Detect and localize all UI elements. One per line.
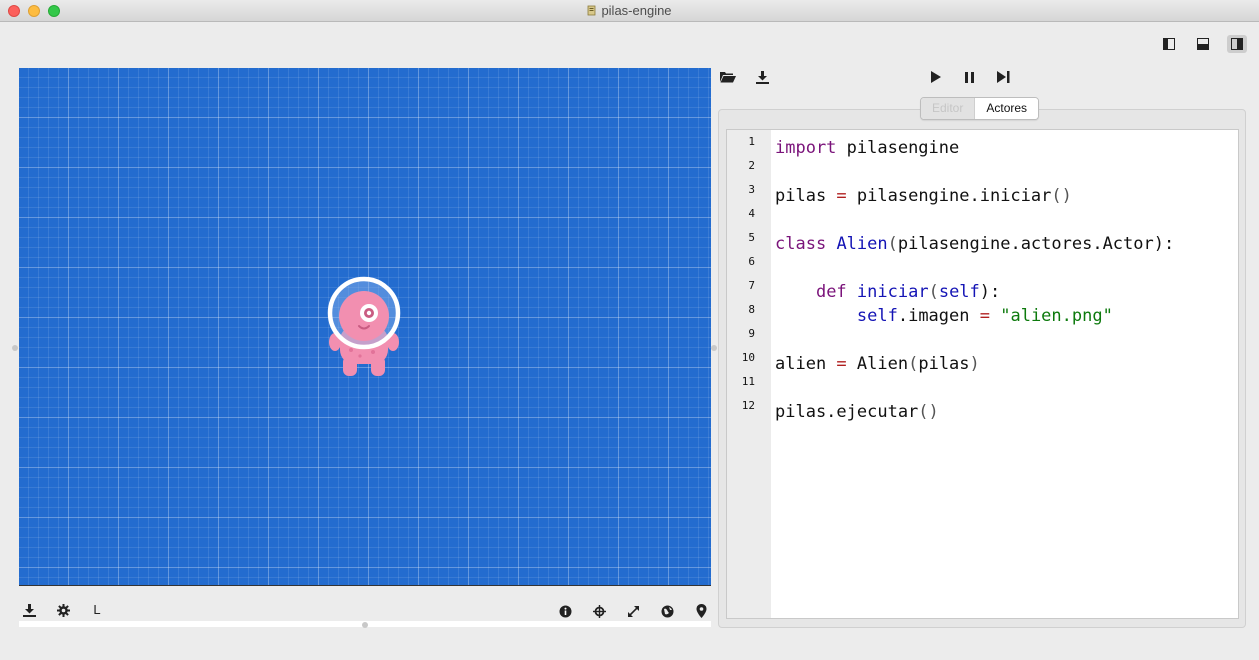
location-pin-icon [696,604,706,618]
info-icon [559,605,571,617]
position-button[interactable] [591,603,607,619]
code-token: .imagen [897,306,980,326]
code-token: = [836,354,847,374]
code-editor[interactable]: 1 2 3 4 5 6 7 8 9 10 11 12 import pilasengine pilas … [726,129,1239,619]
pause-button[interactable] [961,69,977,85]
game-stage-canvas[interactable] [19,68,711,586]
code-token: self [856,306,898,326]
line-number: 2 [748,159,755,172]
code-token: Alien [846,354,909,374]
fullscreen-button[interactable] [625,603,641,619]
open-file-button[interactable] [720,69,736,85]
code-token: pilasengine [836,138,960,158]
line-number: 4 [748,207,755,220]
play-icon [930,71,941,83]
layout-right-panel-icon [1231,38,1243,50]
code-line: class Alien(pilasengine.actores.Actor): [775,234,1174,254]
download-icon [22,603,36,617]
line-number: 11 [741,375,755,388]
code-token: pilas [918,354,970,374]
code-token: class [775,234,827,254]
info-button[interactable] [557,603,573,619]
code-token: import [775,138,837,158]
line-number: 3 [748,183,755,196]
code-line: def iniciar(self): [775,282,1000,302]
line-number: 8 [748,303,755,316]
left-splitter-handle[interactable] [12,345,18,351]
center-splitter-handle[interactable] [711,345,717,351]
code-token: Alien [836,234,888,254]
code-token: pilasengine.actores.Actor [897,234,1154,254]
line-number: 6 [748,255,755,268]
layout-left-panel-icon [1163,38,1175,50]
log-toggle-button[interactable]: L [89,601,105,617]
layout-right-panel-button[interactable] [1227,35,1247,53]
tab-actores[interactable]: Actores [975,98,1039,119]
line-number-gutter: 1 2 3 4 5 6 7 8 9 10 11 12 [727,130,771,618]
code-token: () [1051,186,1072,206]
line-number: 1 [748,135,755,148]
save-file-button[interactable] [754,69,770,85]
run-button[interactable] [927,69,943,85]
gear-icon [56,603,70,617]
save-stage-button[interactable] [21,602,37,618]
window-title-container: pilas-engine [0,3,1259,18]
code-line: alien = Alien(pilas) [775,354,980,374]
physics-button[interactable] [659,603,675,619]
code-line: self.imagen = "alien.png" [775,306,1113,326]
code-token: ): [979,282,1001,302]
tab-editor[interactable]: Editor [921,98,976,119]
globe-icon [661,605,673,617]
code-token: ( [908,354,919,374]
code-token: pilas [775,186,837,206]
code-token: ): [1153,234,1175,254]
code-token: pilas.ejecutar [775,402,919,422]
code-token: = [979,306,990,326]
settings-button[interactable] [55,602,71,618]
log-toggle-label: L [93,601,101,617]
step-icon [996,71,1009,83]
code-line: pilas = pilasengine.iniciar() [775,186,1072,206]
code-token: ( [928,282,939,302]
code-token: ( [887,234,898,254]
pause-icon [964,71,974,83]
layout-bottom-panel-icon [1197,38,1209,50]
code-line: pilas.ejecutar() [775,402,939,422]
line-number: 7 [748,279,755,292]
folder-open-icon [720,72,736,83]
code-token: self [938,282,980,302]
line-number: 10 [741,351,755,364]
code-token: "alien.png" [1000,306,1113,326]
window-titlebar: pilas-engine [0,0,1259,22]
editor-tabs: Editor Actores [920,97,1040,120]
code-token: = [836,186,847,206]
location-button[interactable] [693,603,709,619]
layout-left-panel-button[interactable] [1159,35,1179,53]
document-proxy-icon [588,5,596,16]
code-token: iniciar [856,282,929,302]
download-icon [755,70,769,84]
code-token: pilasengine.iniciar [846,186,1052,206]
alien-icon[interactable] [327,276,403,378]
line-number: 12 [741,399,755,412]
layout-bottom-panel-button[interactable] [1193,35,1213,53]
window-title: pilas-engine [601,3,672,18]
line-number: 5 [748,231,755,244]
code-token: ) [969,354,980,374]
crosshair-icon [592,604,606,618]
line-number: 9 [748,327,755,340]
step-button[interactable] [995,69,1011,85]
bottom-splitter-handle[interactable] [362,622,368,628]
code-token: () [918,402,939,422]
code-token: def [815,282,847,302]
code-token: alien [775,354,837,374]
fullscreen-icon [627,605,639,617]
code-line: import pilasengine [775,138,959,158]
